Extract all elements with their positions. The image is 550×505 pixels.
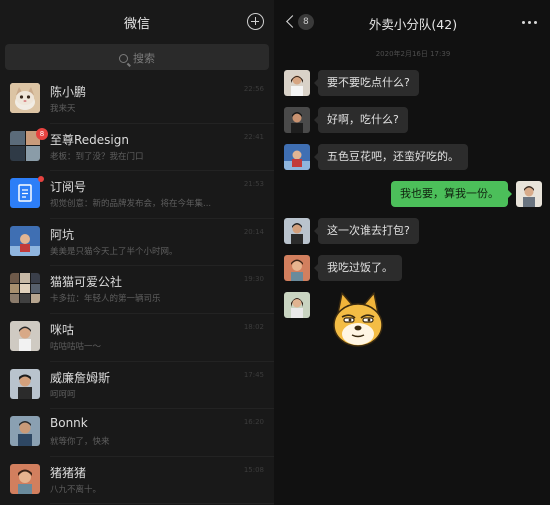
search-icon (119, 54, 128, 63)
chat-preview: 美美是只猫今天上了半个小时网。 (50, 246, 178, 257)
conversation-panel: 8 外卖小分队(42) 2020年2月16日 17:39 要不要吃点什么? 好啊… (276, 0, 550, 505)
chat-name: 威廉詹姆斯 (50, 370, 111, 385)
chat-name: 猫猫可爱公社 (50, 275, 123, 290)
avatar[interactable] (284, 144, 310, 170)
avatar (10, 416, 40, 447)
plus-circle-icon[interactable] (247, 13, 264, 30)
avatar[interactable] (284, 292, 310, 318)
avatar (10, 225, 40, 256)
message-bubble-outgoing[interactable]: 我也要，算我一份。 (391, 181, 512, 207)
chat-list-panel: 微信 搜索 陈小鹏 我来天 22:56 8 至尊Redesign 老板：到了没？… (0, 0, 274, 505)
chat-preview: 咕咕咕咕一～ (50, 341, 102, 352)
chat-preview: 八九不离十。 (50, 484, 102, 495)
avatar[interactable] (284, 70, 310, 96)
chat-row[interactable]: 订阅号 视觉创意：新的品牌发布会，将在今年集... 21:53 (0, 171, 274, 219)
message-bubble-incoming[interactable]: 这一次谁去打包? (314, 218, 419, 244)
chat-list: 陈小鹏 我来天 22:56 8 至尊Redesign 老板：到了没？我在门口 2… (0, 76, 274, 504)
chat-time: 19:30 (243, 275, 264, 284)
avatar[interactable] (516, 181, 542, 207)
chat-name: Bonnk (50, 416, 88, 431)
chat-name: 订阅号 (50, 180, 87, 195)
chat-time: 16:20 (243, 418, 264, 427)
chat-list-header: 微信 (0, 0, 274, 44)
chat-name: 陈小鹏 (50, 85, 87, 99)
message-timestamp: 2020年2月16日 17:39 (375, 50, 451, 58)
avatar (10, 273, 40, 304)
chat-time: 17:45 (243, 370, 264, 379)
chat-time: 15:08 (243, 465, 264, 474)
chat-preview: 就等你了，快来 (50, 437, 110, 448)
chat-preview: 我来天 (50, 104, 76, 114)
doge-sticker-icon[interactable] (328, 291, 388, 351)
chat-row[interactable]: 猫猫可爱公社 卡多拉：年轻人的第一辆司乐 19:30 (0, 266, 274, 314)
conversation-header: 8 外卖小分队(42) (276, 0, 550, 44)
avatar (10, 463, 40, 494)
chat-row[interactable]: 阿坑 美美是只猫今天上了半个小时网。 20:14 (0, 219, 274, 267)
chat-time: 20:14 (243, 227, 264, 236)
chat-row[interactable]: 威廉詹姆斯 呵呵呵 17:45 (0, 362, 274, 410)
chat-preview: 卡多拉：年轻人的第一辆司乐 (50, 294, 161, 305)
chat-row[interactable]: 8 至尊Redesign 老板：到了没？我在门口 22:41 (0, 124, 274, 172)
chat-preview: 呵呵呵 (50, 389, 76, 400)
app-title: 微信 (123, 17, 150, 32)
chat-row[interactable]: 猪猪猪 八九不离十。 15:08 (0, 457, 274, 505)
chat-name: 阿坑 (50, 227, 75, 242)
avatar (10, 83, 40, 113)
chat-time: 22:41 (243, 132, 264, 141)
avatar (10, 320, 40, 351)
avatar[interactable] (284, 107, 310, 133)
search-bar[interactable]: 搜索 (5, 44, 269, 70)
chat-row[interactable]: Bonnk 就等你了，快来 16:20 (0, 409, 274, 457)
conversation-title: 外卖小分队(42) (368, 17, 458, 32)
chat-time: 21:53 (243, 180, 264, 189)
chat-name: 咪咕 (50, 322, 75, 337)
chat-time: 22:56 (243, 85, 264, 93)
unread-badge: 8 (36, 127, 48, 140)
chat-time: 18:02 (243, 322, 264, 331)
chat-name: 猪猪猪 (50, 465, 87, 480)
message-bubble-incoming[interactable]: 好啊，吃什么? (314, 107, 408, 133)
chat-name: 至尊Redesign (50, 132, 129, 147)
search-placeholder: 搜索 (133, 52, 155, 65)
avatar (10, 368, 40, 399)
subscription-icon (10, 178, 40, 209)
message-bubble-incoming[interactable]: 五色豆花吧，还蛮好吃的。 (314, 144, 468, 170)
more-icon[interactable] (522, 21, 538, 25)
message-bubble-incoming[interactable]: 要不要吃点什么? (314, 70, 419, 96)
chat-preview: 视觉创意：新的品牌发布会，将在今年集... (50, 199, 212, 210)
chat-preview: 老板：到了没？我在门口 (50, 151, 144, 162)
unread-dot (38, 176, 44, 183)
message-bubble-incoming[interactable]: 我吃过饭了。 (314, 255, 402, 281)
chat-row[interactable]: 咪咕 咕咕咕咕一～ 18:02 (0, 314, 274, 362)
avatar[interactable] (284, 218, 310, 244)
avatar[interactable] (284, 255, 310, 281)
chat-row[interactable]: 陈小鹏 我来天 22:56 (0, 76, 274, 124)
